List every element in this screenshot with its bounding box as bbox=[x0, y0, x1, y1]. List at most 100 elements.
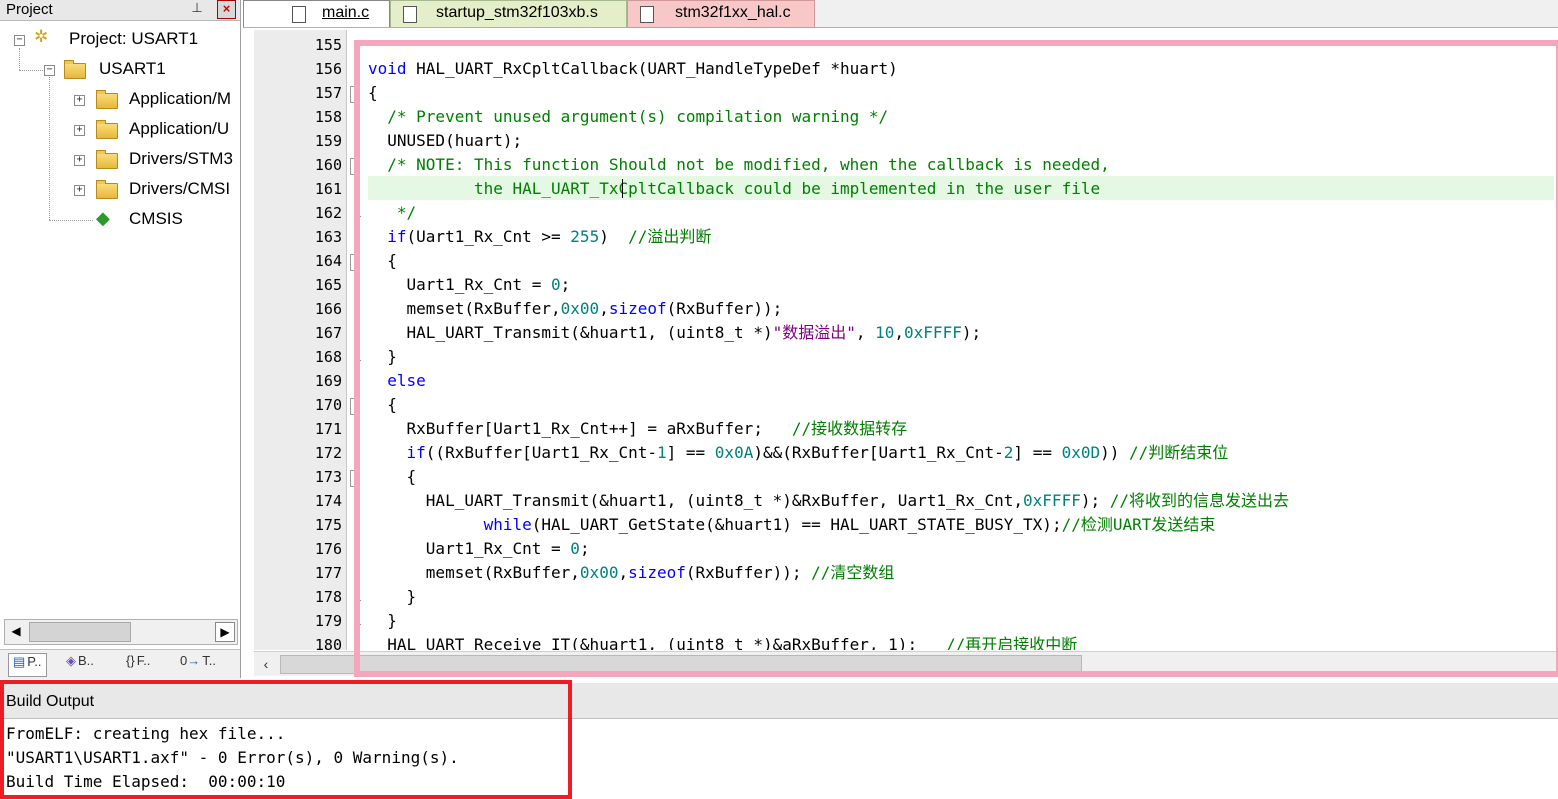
project-panel: Project ⊥ × − ✲ Project: USART1 − USART1… bbox=[0, 0, 241, 679]
code-text[interactable]: void HAL_UART_RxCpltCallback(UART_Handle… bbox=[368, 30, 1558, 650]
fold-end bbox=[355, 360, 361, 361]
line-number: 161 bbox=[314, 180, 342, 198]
fold-line bbox=[355, 270, 356, 360]
tab-label: B.. bbox=[78, 653, 94, 668]
line-number-gutter: 155 156 157 158 159 160 161 162 163 164 … bbox=[254, 30, 346, 654]
tab-label: stm32f1xx_hal.c bbox=[675, 4, 791, 21]
tree-item-group[interactable]: + Application/U bbox=[72, 117, 237, 143]
fold-marker-icon[interactable] bbox=[350, 470, 358, 487]
project-panel-title: Project bbox=[6, 1, 53, 18]
scroll-right-icon[interactable]: ▶ bbox=[215, 622, 235, 642]
code-line: memset(RxBuffer,0x00,sizeof(RxBuffer)); bbox=[368, 299, 783, 318]
tab-project[interactable]: ▤ P.. bbox=[8, 653, 47, 677]
tab-label: F.. bbox=[136, 653, 151, 668]
editor-horizontal-scrollbar[interactable]: ‹ bbox=[254, 651, 1558, 676]
code-line: { bbox=[368, 83, 378, 102]
project-horizontal-scrollbar[interactable]: ◀ ▶ bbox=[4, 619, 238, 645]
line-number: 163 bbox=[314, 228, 342, 246]
line-number: 164 bbox=[314, 252, 342, 270]
project-icon: ✲ bbox=[34, 27, 49, 46]
code-line: else bbox=[387, 371, 426, 390]
tab-books[interactable]: ◈ B.. bbox=[66, 653, 94, 675]
tree-item-group[interactable]: + Application/M bbox=[72, 87, 237, 113]
fold-end bbox=[355, 624, 361, 625]
code-line: { bbox=[368, 251, 397, 270]
scroll-thumb[interactable] bbox=[29, 622, 131, 642]
tab-startup-file[interactable]: startup_stm32f103xb.s bbox=[390, 0, 627, 28]
code-line: } bbox=[368, 611, 397, 630]
fold-marker-icon[interactable] bbox=[350, 158, 358, 175]
file-icon bbox=[403, 6, 417, 23]
folder-icon bbox=[96, 90, 118, 109]
code-line: if((RxBuffer[Uart1_Rx_Cnt-1] == 0x0A)&&(… bbox=[406, 443, 1229, 462]
code-editor[interactable]: 155 156 157 158 159 160 161 162 163 164 … bbox=[254, 30, 1558, 678]
collapse-icon[interactable]: − bbox=[44, 65, 55, 76]
line-number: 176 bbox=[314, 540, 342, 558]
folder-icon bbox=[96, 120, 118, 139]
tab-functions[interactable]: {} F.. bbox=[126, 653, 150, 675]
file-icon bbox=[292, 6, 306, 23]
line-number: 179 bbox=[314, 612, 342, 630]
fold-marker-icon[interactable] bbox=[350, 398, 358, 415]
gutter-separator bbox=[346, 30, 347, 650]
pin-icon[interactable]: ⊥ bbox=[190, 0, 204, 18]
project-panel-header: Project ⊥ × bbox=[0, 0, 240, 21]
expand-icon[interactable]: + bbox=[74, 95, 85, 106]
expand-icon[interactable]: + bbox=[74, 155, 85, 166]
scroll-thumb[interactable] bbox=[280, 655, 1082, 674]
tab-main-c[interactable]: main.c bbox=[243, 0, 390, 27]
tab-templates[interactable]: 0→ T.. bbox=[180, 653, 216, 675]
code-line: Uart1_Rx_Cnt = 0; bbox=[368, 539, 590, 558]
code-line: Uart1_Rx_Cnt = 0; bbox=[368, 275, 571, 294]
tree-item-label: USART1 bbox=[99, 59, 166, 78]
fold-line bbox=[355, 174, 356, 256]
fold-end bbox=[355, 600, 361, 601]
tab-label: T.. bbox=[202, 653, 216, 668]
build-output-title: Build Output bbox=[6, 693, 95, 710]
tree-item-cmsis[interactable]: ◆ CMSIS bbox=[72, 207, 237, 233]
code-line: } bbox=[368, 347, 397, 366]
line-number: 175 bbox=[314, 516, 342, 534]
component-icon: ◆ bbox=[96, 208, 110, 228]
line-number: 172 bbox=[314, 444, 342, 462]
expand-icon[interactable]: + bbox=[74, 185, 85, 196]
text-caret bbox=[622, 179, 623, 198]
tree-item-label: Drivers/STM3 bbox=[129, 149, 233, 168]
build-output-header: Build Output bbox=[0, 683, 1558, 719]
code-line: } bbox=[368, 587, 417, 606]
code-line: void HAL_UART_RxCpltCallback(UART_Handle… bbox=[368, 59, 898, 78]
tree-line bbox=[49, 77, 50, 220]
line-number: 169 bbox=[314, 372, 342, 390]
fold-marker-icon[interactable] bbox=[350, 254, 358, 271]
editor-tab-bar: main.c startup_stm32f103xb.s stm32f1xx_h… bbox=[243, 0, 1558, 28]
tree-item-project[interactable]: − ✲ Project: USART1 bbox=[12, 27, 237, 53]
folder-icon bbox=[96, 180, 118, 199]
line-number: 167 bbox=[314, 324, 342, 342]
tree-item-group[interactable]: + Drivers/CMSI bbox=[72, 177, 237, 203]
line-number: 174 bbox=[314, 492, 342, 510]
code-line: HAL_UART_Transmit(&huart1, (uint8_t *)&R… bbox=[368, 491, 1290, 510]
tree-item-label: Drivers/CMSI bbox=[129, 179, 231, 198]
tree-item-target[interactable]: − USART1 bbox=[42, 57, 237, 83]
tree-item-label: Application/M bbox=[129, 89, 232, 108]
line-number: 157 bbox=[314, 84, 342, 102]
scroll-left-icon[interactable]: ◀ bbox=[7, 622, 25, 640]
code-line: the HAL_UART_TxCpltCallback could be imp… bbox=[368, 179, 1101, 198]
code-line: UNUSED(huart); bbox=[368, 131, 523, 150]
scroll-left-icon[interactable]: ‹ bbox=[256, 654, 276, 674]
folder-icon bbox=[96, 150, 118, 169]
code-line: HAL_UART_Transmit(&huart1, (uint8_t *)"数… bbox=[368, 323, 982, 342]
tree-item-group[interactable]: + Drivers/STM3 bbox=[72, 147, 237, 173]
fold-line bbox=[355, 414, 356, 614]
line-number: 155 bbox=[314, 36, 342, 54]
fold-marker-icon[interactable] bbox=[350, 86, 358, 103]
collapse-icon[interactable]: − bbox=[14, 35, 25, 46]
close-icon[interactable]: × bbox=[217, 0, 236, 19]
tab-hal-file[interactable]: stm32f1xx_hal.c bbox=[627, 0, 815, 28]
line-number: 171 bbox=[314, 420, 342, 438]
line-number: 162 bbox=[314, 204, 342, 222]
line-number: 165 bbox=[314, 276, 342, 294]
expand-icon[interactable]: + bbox=[74, 125, 85, 136]
tab-label: P.. bbox=[27, 654, 42, 669]
code-line: RxBuffer[Uart1_Rx_Cnt++] = aRxBuffer; //… bbox=[368, 419, 908, 438]
